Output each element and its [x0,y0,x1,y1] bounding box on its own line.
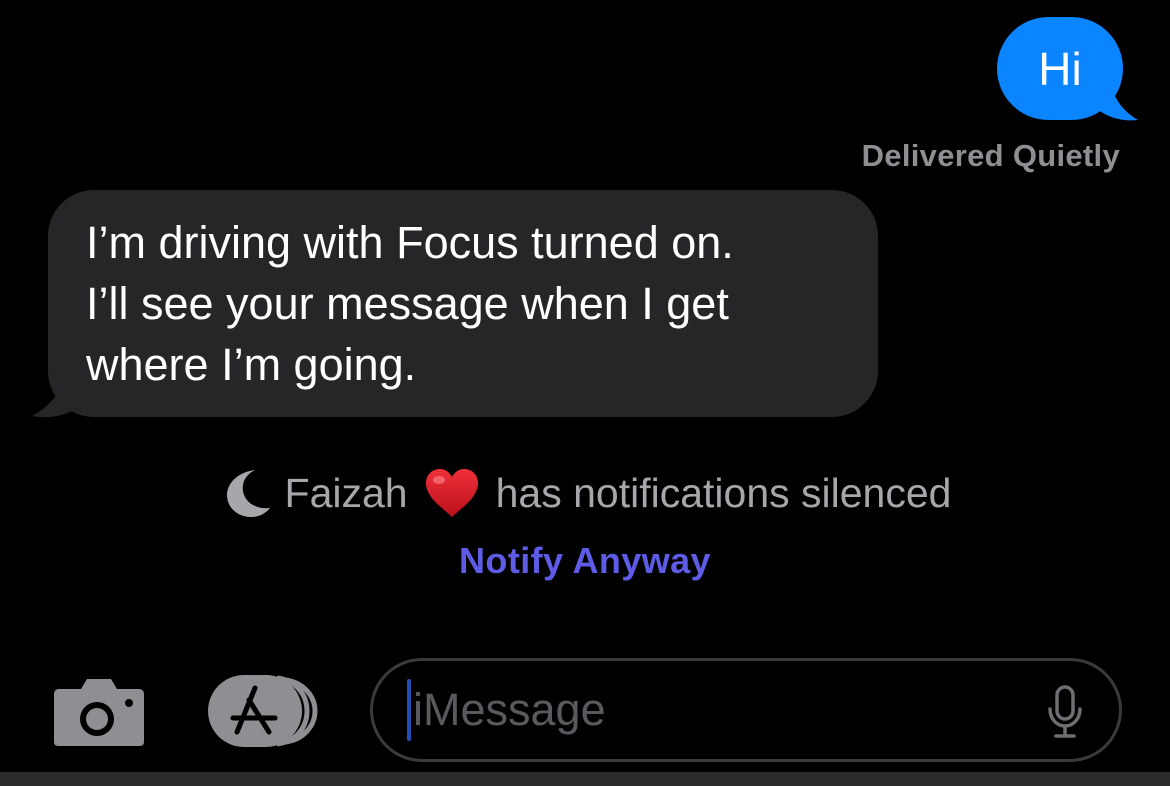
notify-anyway-button[interactable]: Notify Anyway [0,540,1170,582]
keyboard-top-edge [0,772,1170,786]
incoming-message-text: I’m driving with Focus turned on. I’ll s… [86,217,734,390]
focus-status-text: has notifications silenced [495,469,952,516]
outgoing-message-text: Hi [1038,42,1082,95]
delivery-status: Delivered Quietly [861,138,1120,173]
camera-icon[interactable] [53,675,145,747]
heart-emoji [425,469,478,517]
text-cursor [407,679,411,741]
outgoing-bubble-tail [1088,70,1138,121]
message-input-placeholder: iMessage [413,684,606,735]
incoming-message-bubble[interactable]: I’m driving with Focus turned on. I’ll s… [48,190,878,417]
microphone-icon[interactable] [1047,685,1083,739]
app-store-icon[interactable] [207,674,321,748]
moon-icon [226,470,270,517]
message-input[interactable]: iMessage [370,658,1122,762]
contact-name: Faizah [284,469,408,516]
focus-status-row: Faizah has notifications silenced [0,468,1170,518]
